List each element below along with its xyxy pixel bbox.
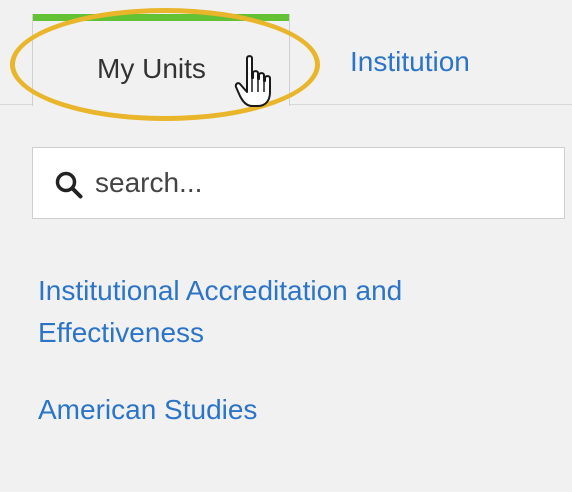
search-icon [55, 171, 83, 199]
tab-institution[interactable]: Institution [350, 46, 470, 78]
unit-link-institutional-accreditation[interactable]: Institutional Accreditation and Effectiv… [38, 270, 558, 354]
active-tab-indicator [33, 14, 289, 21]
search-input[interactable] [95, 160, 545, 206]
tab-bar: My Units Institution [0, 0, 572, 106]
unit-link-american-studies[interactable]: American Studies [38, 389, 558, 431]
tab-my-units[interactable]: My Units [32, 14, 290, 106]
tab-my-units-label: My Units [97, 53, 206, 84]
unit-list: Institutional Accreditation and Effectiv… [38, 270, 558, 466]
search-box [32, 147, 565, 219]
